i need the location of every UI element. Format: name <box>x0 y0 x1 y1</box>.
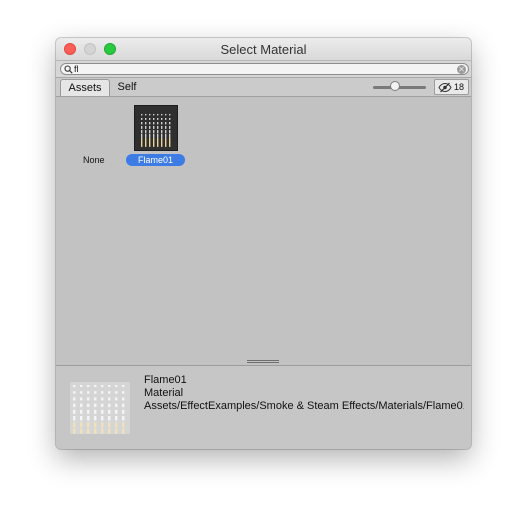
title-bar[interactable]: Select Material <box>56 38 471 61</box>
material-thumbnail[interactable] <box>134 105 178 151</box>
search-bar: fl ✕ <box>56 61 471 78</box>
preview-asset-name: Flame01 <box>144 374 187 386</box>
window-title: Select Material <box>220 42 307 57</box>
search-value: fl <box>74 64 79 74</box>
tab-assets[interactable]: Assets <box>60 79 110 96</box>
flame-sprite-sheet-icon <box>141 114 171 147</box>
search-icon <box>64 65 73 74</box>
preview-pane: Flame01 Material Assets/EffectExamples/S… <box>56 366 471 449</box>
material-label[interactable]: Flame01 <box>126 154 185 166</box>
clear-icon[interactable]: ✕ <box>457 65 466 74</box>
splitter-grip-line <box>247 360 279 361</box>
material-preview-image <box>70 382 130 434</box>
hidden-count: 18 <box>454 82 465 92</box>
search-input[interactable]: fl ✕ <box>60 63 469 75</box>
tab-bar: Assets Self 18 <box>56 78 471 97</box>
preview-asset-type: Material <box>144 387 184 399</box>
splitter-grip-line <box>247 362 279 363</box>
eye-slash-icon <box>438 82 452 93</box>
select-material-window: Select Material fl ✕ Assets Self 18 None <box>56 38 471 449</box>
zoom-slider-handle[interactable] <box>390 81 400 91</box>
tab-self[interactable]: Self <box>112 79 142 96</box>
flame-sprite-sheet-icon <box>73 385 125 434</box>
hidden-packages-toggle[interactable]: 18 <box>434 79 469 95</box>
none-option[interactable]: None <box>83 155 105 165</box>
asset-grid <box>56 97 471 365</box>
preview-asset-path: Assets/EffectExamples/Smoke & Steam Effe… <box>144 400 464 412</box>
